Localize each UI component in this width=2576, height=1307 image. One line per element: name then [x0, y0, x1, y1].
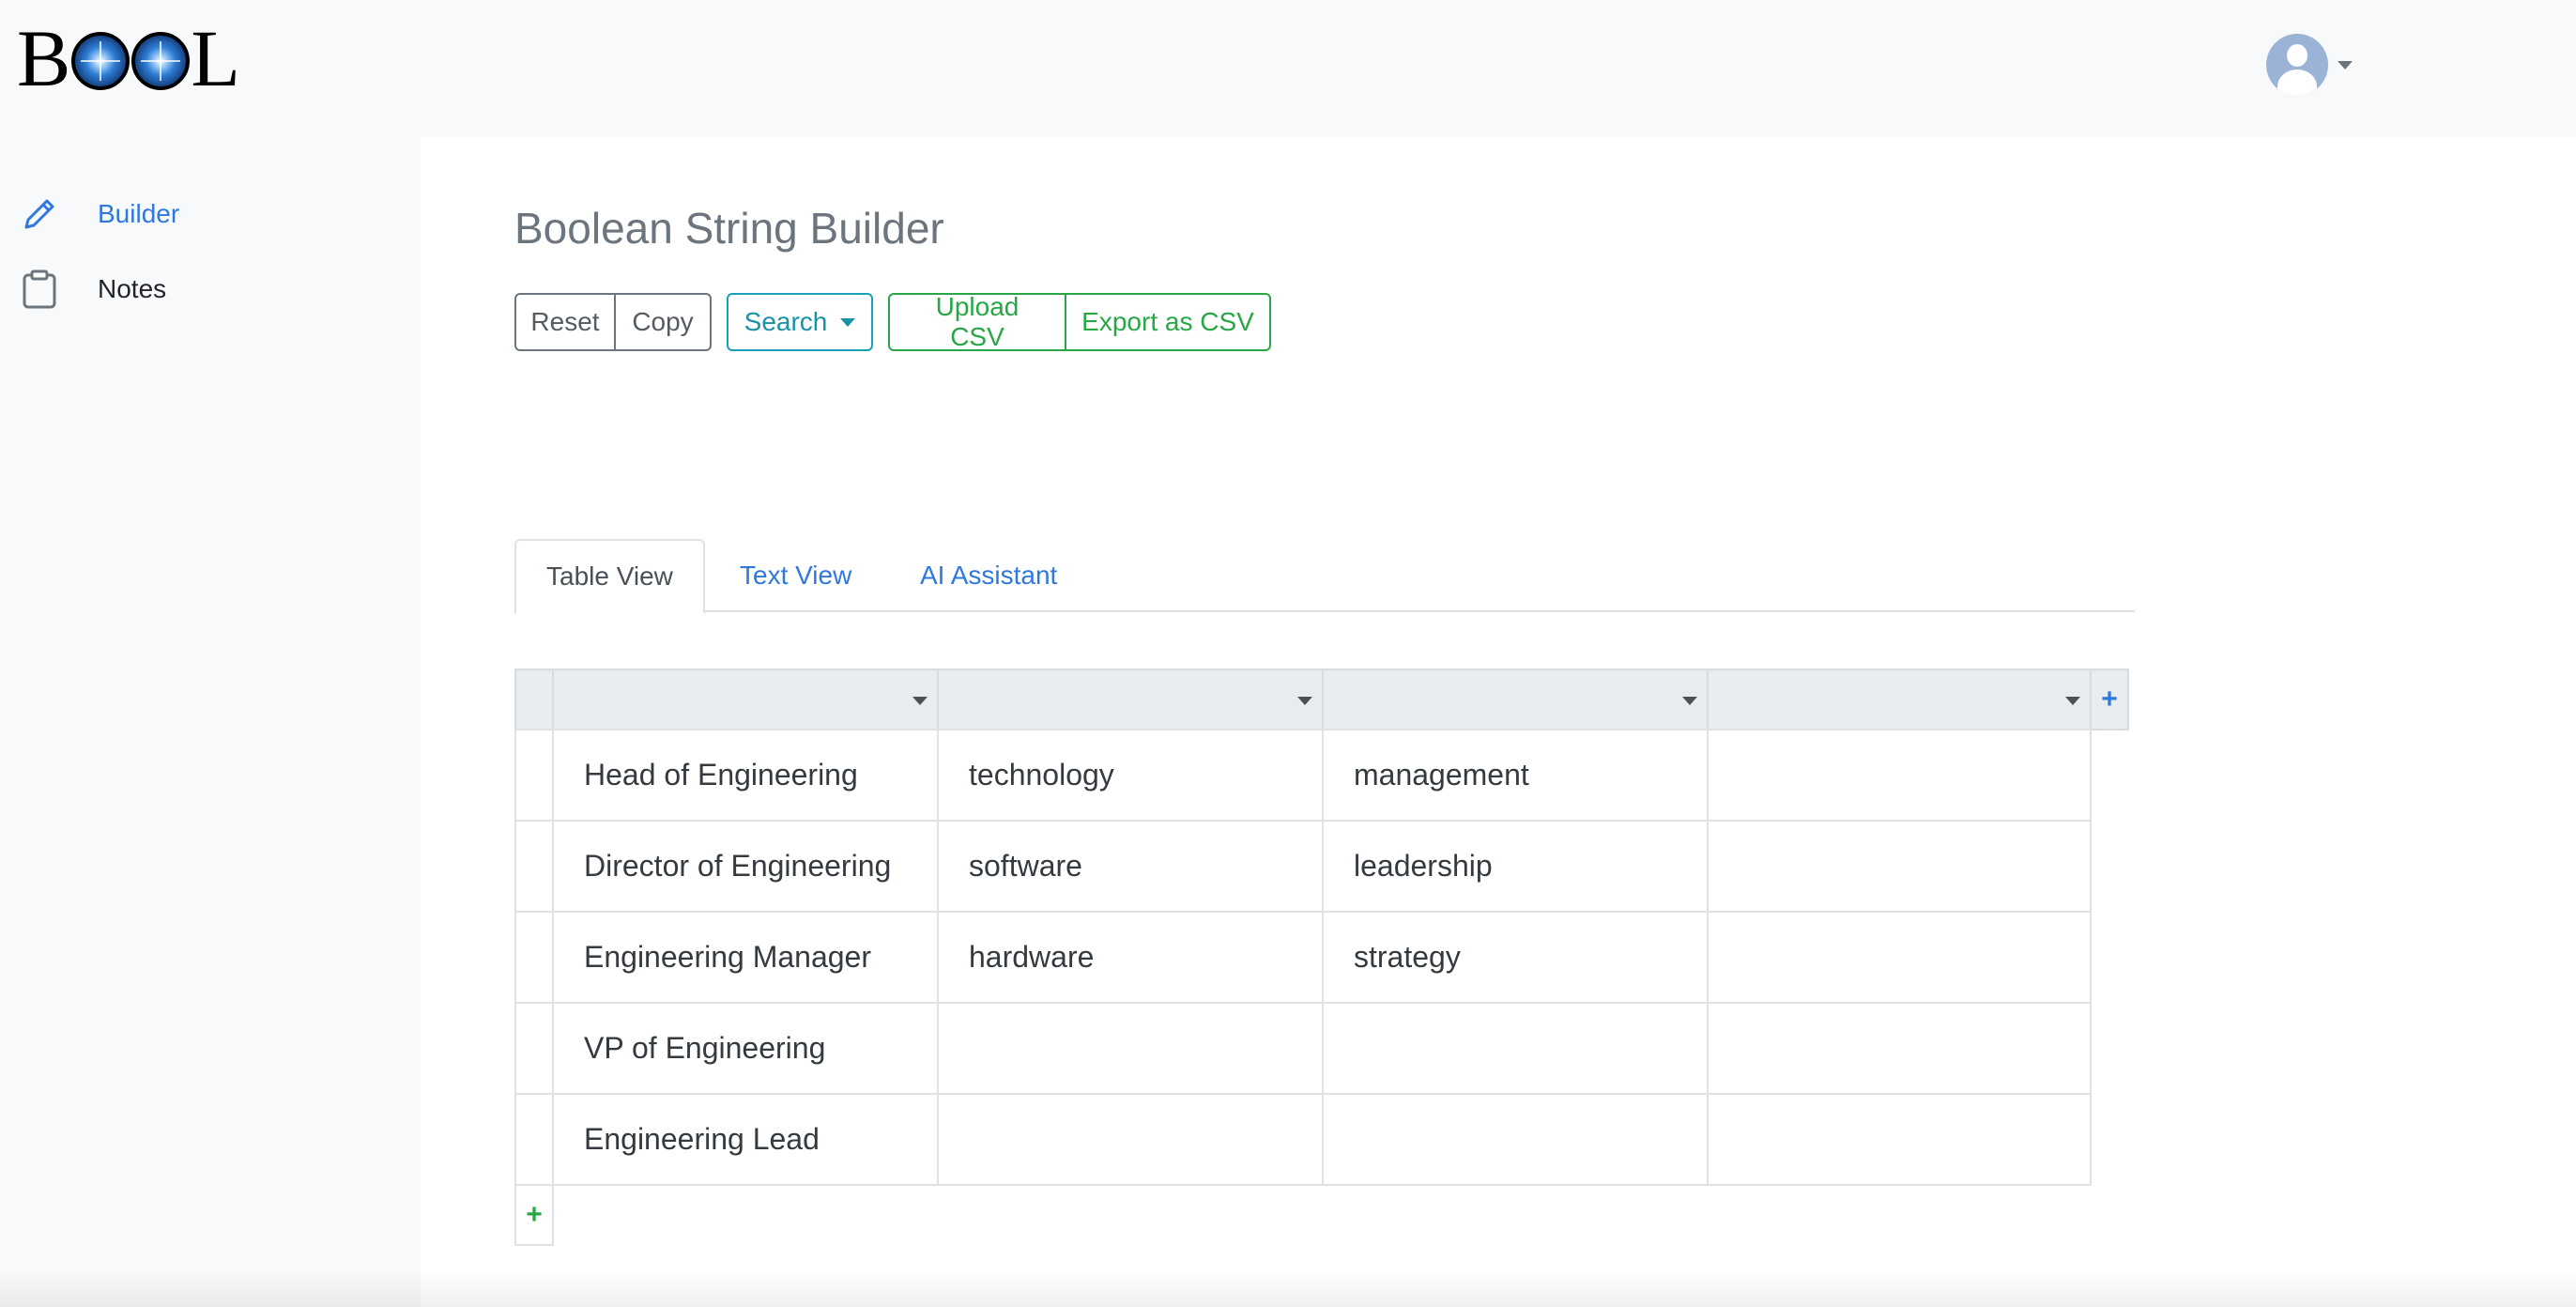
search-button[interactable]: Search	[727, 293, 873, 351]
view-tabs: Table View Text View AI Assistant	[514, 539, 2135, 614]
main-content: Boolean String Builder Reset Copy Search…	[421, 137, 2576, 1307]
column-menu-icon[interactable]	[2065, 697, 2080, 705]
row-header-corner	[514, 669, 554, 730]
tab-label: AI Assistant	[920, 561, 1058, 590]
copy-button[interactable]: Copy	[616, 293, 712, 351]
column-menu-icon[interactable]	[1682, 697, 1697, 705]
user-menu-toggle[interactable]	[2266, 34, 2353, 96]
bool-logo[interactable]: BL	[17, 18, 240, 99]
csv-button-group: Upload CSV Export as CSV	[888, 292, 1271, 351]
sidebar-item-label: Builder	[98, 199, 180, 228]
column-menu-icon[interactable]	[1297, 697, 1312, 705]
column-header-3[interactable]	[1322, 669, 1709, 730]
row-handle[interactable]	[514, 911, 554, 1004]
table-cell[interactable]	[1707, 1093, 2092, 1186]
table-cell[interactable]: Engineering Manager	[552, 911, 939, 1004]
table-cell[interactable]	[937, 1002, 1324, 1095]
top-bar: BL	[0, 0, 2576, 137]
add-row-button[interactable]: +	[514, 1184, 554, 1246]
page-title: Boolean String Builder	[514, 204, 944, 253]
row-handle[interactable]	[514, 1002, 554, 1095]
table-cell[interactable]	[1322, 1093, 1709, 1186]
sidebar-item-label: Notes	[98, 274, 167, 303]
upload-csv-button[interactable]: Upload CSV	[888, 292, 1066, 351]
edit-button-group: Reset Copy	[514, 293, 712, 351]
row-handle[interactable]	[514, 1093, 554, 1186]
reset-button[interactable]: Reset	[514, 293, 616, 351]
tab-text-view[interactable]: Text View	[740, 539, 851, 612]
table-cell[interactable]: hardware	[937, 911, 1324, 1004]
add-column-button[interactable]: +	[2090, 669, 2129, 730]
search-dropdown: Search	[727, 293, 873, 351]
table-cell[interactable]	[937, 1093, 1324, 1186]
tab-table-view[interactable]: Table View	[514, 539, 705, 614]
search-label: Search	[744, 307, 828, 336]
row-handle[interactable]	[514, 820, 554, 913]
column-menu-icon[interactable]	[912, 697, 928, 705]
table-cell[interactable]: Head of Engineering	[552, 729, 939, 822]
table-cell[interactable]	[1707, 729, 2092, 822]
table-cell[interactable]: Director of Engineering	[552, 820, 939, 913]
table-cell[interactable]: software	[937, 820, 1324, 913]
tab-label: Table View	[546, 561, 673, 591]
table-cell[interactable]: strategy	[1322, 911, 1709, 1004]
clipboard-icon	[19, 269, 60, 310]
sidebar-item-notes[interactable]: Notes	[19, 269, 166, 310]
window-bottom-edge	[0, 1269, 2576, 1307]
table-cell[interactable]	[1707, 820, 2092, 913]
user-avatar-icon	[2266, 34, 2328, 96]
sidebar-item-builder[interactable]: Builder	[19, 193, 179, 235]
column-header-2[interactable]	[937, 669, 1324, 730]
table-cell[interactable]: technology	[937, 729, 1324, 822]
table-cell[interactable]: Engineering Lead	[552, 1093, 939, 1186]
table-cell[interactable]: management	[1322, 729, 1709, 822]
table-cell[interactable]: VP of Engineering	[552, 1002, 939, 1095]
row-handle[interactable]	[514, 729, 554, 822]
column-header-4[interactable]	[1707, 669, 2092, 730]
sidebar: Builder Notes	[0, 137, 421, 1307]
table-cell[interactable]	[1322, 1002, 1709, 1095]
tab-label: Text View	[740, 561, 852, 590]
chevron-down-icon	[2338, 60, 2353, 69]
tab-ai-assistant[interactable]: AI Assistant	[920, 539, 1057, 612]
pencil-icon	[19, 193, 60, 235]
export-csv-button[interactable]: Export as CSV	[1066, 293, 1271, 351]
table-cell[interactable]	[1707, 1002, 2092, 1095]
chevron-down-icon	[840, 317, 856, 327]
table-cell[interactable]: leadership	[1322, 820, 1709, 913]
column-header-1[interactable]	[552, 669, 939, 730]
table-cell[interactable]	[1707, 911, 2092, 1004]
